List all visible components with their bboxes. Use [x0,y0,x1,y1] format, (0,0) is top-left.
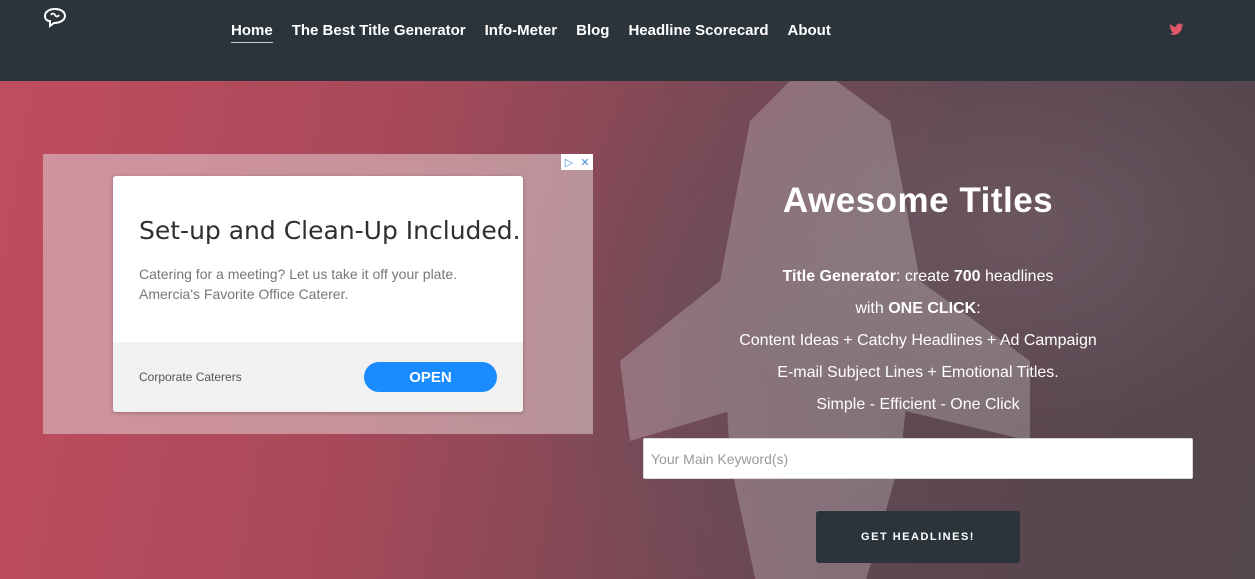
main-nav: Home The Best Title Generator Info-Meter… [231,22,850,43]
hero-line-1-tail: headlines [980,268,1054,285]
nav-headline-scorecard[interactable]: Headline Scorecard [628,22,768,43]
adchoices-icon[interactable]: ▷ [561,154,577,170]
hero-line-2-pre: with [855,300,889,317]
headline-count: 700 [953,268,981,285]
ad-open-button[interactable]: OPEN [364,362,497,392]
hero-line-2-tail: : [976,300,981,317]
nav-blog[interactable]: Blog [576,22,609,43]
top-navbar: Home The Best Title Generator Info-Meter… [0,0,1255,81]
ad-advertiser: Corporate Caterers [139,370,242,384]
hero-line-1: Title Generator: create 700 headlines [643,265,1193,297]
hero-line-2: with ONE CLICK: [643,297,1193,329]
ad-footer: Corporate Caterers OPEN [113,342,523,412]
hero-line-4: E-mail Subject Lines + Emotional Titles. [777,364,1059,381]
nav-about[interactable]: About [788,22,831,43]
hero-line-5: Simple - Efficient - One Click [816,396,1020,413]
ad-card[interactable]: Set-up and Clean-Up Included. Catering f… [113,176,523,412]
twitter-icon[interactable] [1169,23,1184,36]
hero-line-1-text: : create [896,268,954,285]
hero-line-3: Content Ideas + Catchy Headlines + Ad Ca… [739,332,1097,349]
ad-headline[interactable]: Set-up and Clean-Up Included. [139,216,521,245]
ad-description: Catering for a meeting? Let us take it o… [139,266,458,302]
nav-best-title-generator[interactable]: The Best Title Generator [292,22,466,43]
brain-logo-icon[interactable] [42,6,68,30]
title-generator-label: Title Generator [782,268,897,285]
nav-home[interactable]: Home [231,22,273,43]
ad-container: ▷ ✕ Set-up and Clean-Up Included. Cateri… [43,154,593,434]
keyword-input[interactable] [643,438,1193,479]
hero-description: Title Generator: create 700 headlines wi… [643,265,1193,425]
hero-title: Awesome Titles [782,181,1054,220]
get-headlines-button[interactable]: GET HEADLINES! [816,511,1020,563]
hero-section: ▷ ✕ Set-up and Clean-Up Included. Cateri… [0,81,1255,579]
nav-info-meter[interactable]: Info-Meter [485,22,558,43]
one-click-label: ONE CLICK [888,300,977,317]
ad-badge: ▷ ✕ [561,154,593,170]
close-icon[interactable]: ✕ [577,154,593,170]
